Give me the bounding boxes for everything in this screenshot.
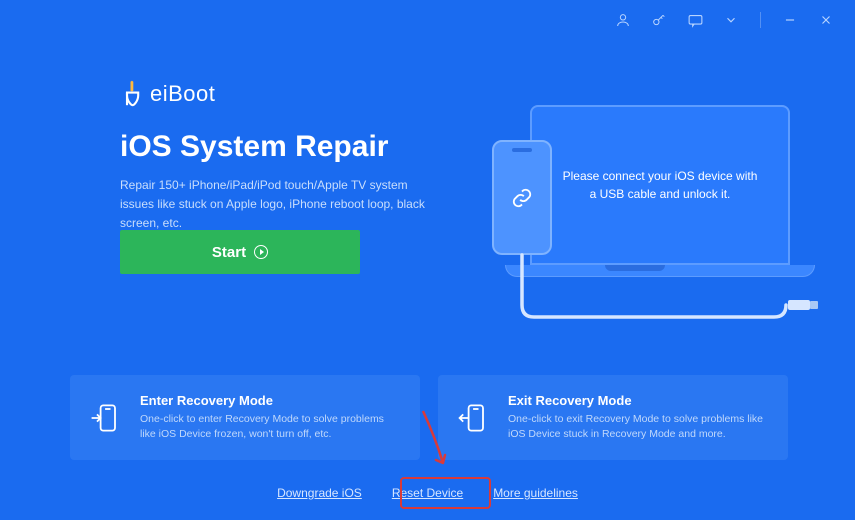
footer-links: Downgrade iOS Reset Device More guidelin… [0, 486, 855, 500]
logo-text: eiBoot [150, 81, 215, 107]
logo-icon [120, 80, 148, 108]
logo: eiBoot [120, 80, 215, 108]
feedback-icon[interactable] [686, 11, 704, 29]
usb-plug-icon [788, 300, 810, 310]
close-icon[interactable] [817, 11, 835, 29]
exit-recovery-title: Exit Recovery Mode [508, 393, 770, 408]
enter-recovery-title: Enter Recovery Mode [140, 393, 402, 408]
minimize-icon[interactable] [781, 11, 799, 29]
page-subtitle: Repair 150+ iPhone/iPad/iPod touch/Apple… [120, 176, 430, 234]
device-illustration: Please connect your iOS device with a US… [470, 105, 800, 335]
connect-prompt: Please connect your iOS device with a US… [562, 167, 758, 203]
laptop-notch [605, 265, 665, 271]
start-button[interactable]: Start [120, 230, 360, 274]
exit-recovery-text: Exit Recovery Mode One-click to exit Rec… [508, 393, 770, 441]
enter-recovery-desc: One-click to enter Recovery Mode to solv… [140, 412, 402, 441]
page-title: iOS System Repair [120, 130, 430, 164]
phone [492, 140, 552, 255]
separator [760, 12, 761, 28]
hero: iOS System Repair Repair 150+ iPhone/iPa… [120, 130, 430, 234]
exit-recovery-icon [456, 400, 492, 436]
exit-recovery-desc: One-click to exit Recovery Mode to solve… [508, 412, 770, 441]
chevron-down-icon[interactable] [722, 11, 740, 29]
enter-recovery-card[interactable]: Enter Recovery Mode One-click to enter R… [70, 375, 420, 460]
laptop-screen: Please connect your iOS device with a US… [530, 105, 790, 265]
reset-device-link[interactable]: Reset Device [392, 486, 463, 500]
titlebar [594, 0, 855, 40]
key-icon[interactable] [650, 11, 668, 29]
more-guidelines-link[interactable]: More guidelines [493, 486, 578, 500]
enter-recovery-text: Enter Recovery Mode One-click to enter R… [140, 393, 402, 441]
exit-recovery-card[interactable]: Exit Recovery Mode One-click to exit Rec… [438, 375, 788, 460]
enter-recovery-icon [88, 400, 124, 436]
mode-cards: Enter Recovery Mode One-click to enter R… [70, 375, 788, 460]
start-button-label: Start [212, 244, 246, 261]
user-icon[interactable] [614, 11, 632, 29]
downgrade-ios-link[interactable]: Downgrade iOS [277, 486, 362, 500]
play-icon [254, 245, 268, 259]
link-icon [510, 186, 534, 210]
